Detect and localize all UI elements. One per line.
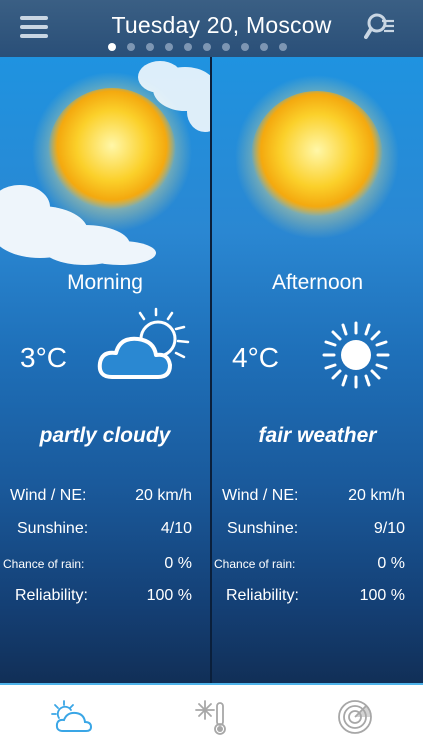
wind-label: Wind / NE: xyxy=(222,487,299,504)
sun-illustration xyxy=(235,75,399,239)
rain-label: Chance of rain: xyxy=(214,557,296,571)
page-dot[interactable] xyxy=(260,43,268,51)
period-label: Afternoon xyxy=(271,271,364,294)
page-dot[interactable] xyxy=(203,43,211,51)
rain-value: 0 % xyxy=(164,555,192,572)
page-dot[interactable] xyxy=(222,43,230,51)
sunshine-label: Sunshine: xyxy=(227,520,299,537)
bottom-tab-bar xyxy=(0,683,423,750)
temperature-value: 3°C xyxy=(20,342,67,373)
page-indicator xyxy=(108,43,287,51)
page-dot[interactable] xyxy=(127,43,135,51)
sun-clouds-illustration xyxy=(0,61,210,265)
partly-cloudy-icon xyxy=(97,307,190,379)
page-dot[interactable] xyxy=(165,43,173,51)
radar-icon[interactable] xyxy=(335,697,379,737)
wind-value: 20 km/h xyxy=(135,487,192,504)
rain-value: 0 % xyxy=(377,555,405,572)
sunshine-value: 9/10 xyxy=(373,520,405,537)
reliability-value: 100 % xyxy=(146,587,192,604)
condition-label: fair weather xyxy=(258,424,377,447)
rain-label: Chance of rain: xyxy=(3,557,85,571)
page-dot[interactable] xyxy=(146,43,154,51)
morning-panel[interactable]: Morning 3°C partly cloudy Wind / NE: 20 … xyxy=(0,57,210,683)
weather-tab-icon[interactable] xyxy=(50,697,94,737)
page-dot[interactable] xyxy=(108,43,116,51)
wind-value: 20 km/h xyxy=(348,487,405,504)
afternoon-panel[interactable]: Afternoon 4°C fair weather Wind / NE: 20… xyxy=(212,57,423,683)
search-list-icon[interactable] xyxy=(364,12,400,42)
reliability-label: Reliability: xyxy=(15,587,88,604)
reliability-label: Reliability: xyxy=(226,587,299,604)
header-bar: Tuesday 20, Moscow xyxy=(0,0,423,57)
page-dot[interactable] xyxy=(184,43,192,51)
period-label: Morning xyxy=(67,271,143,294)
sunshine-label: Sunshine: xyxy=(17,520,89,537)
page-dot[interactable] xyxy=(279,43,287,51)
temperature-value: 4°C xyxy=(232,342,279,373)
temperature-snow-icon[interactable] xyxy=(190,697,234,737)
sunshine-value: 4/10 xyxy=(160,520,192,537)
page-title: Tuesday 20, Moscow xyxy=(111,12,332,38)
menu-icon[interactable] xyxy=(20,16,48,38)
sun-icon xyxy=(322,321,390,389)
page-dot[interactable] xyxy=(241,43,249,51)
wind-label: Wind / NE: xyxy=(10,487,87,504)
condition-label: partly cloudy xyxy=(39,424,171,447)
reliability-value: 100 % xyxy=(359,587,405,604)
